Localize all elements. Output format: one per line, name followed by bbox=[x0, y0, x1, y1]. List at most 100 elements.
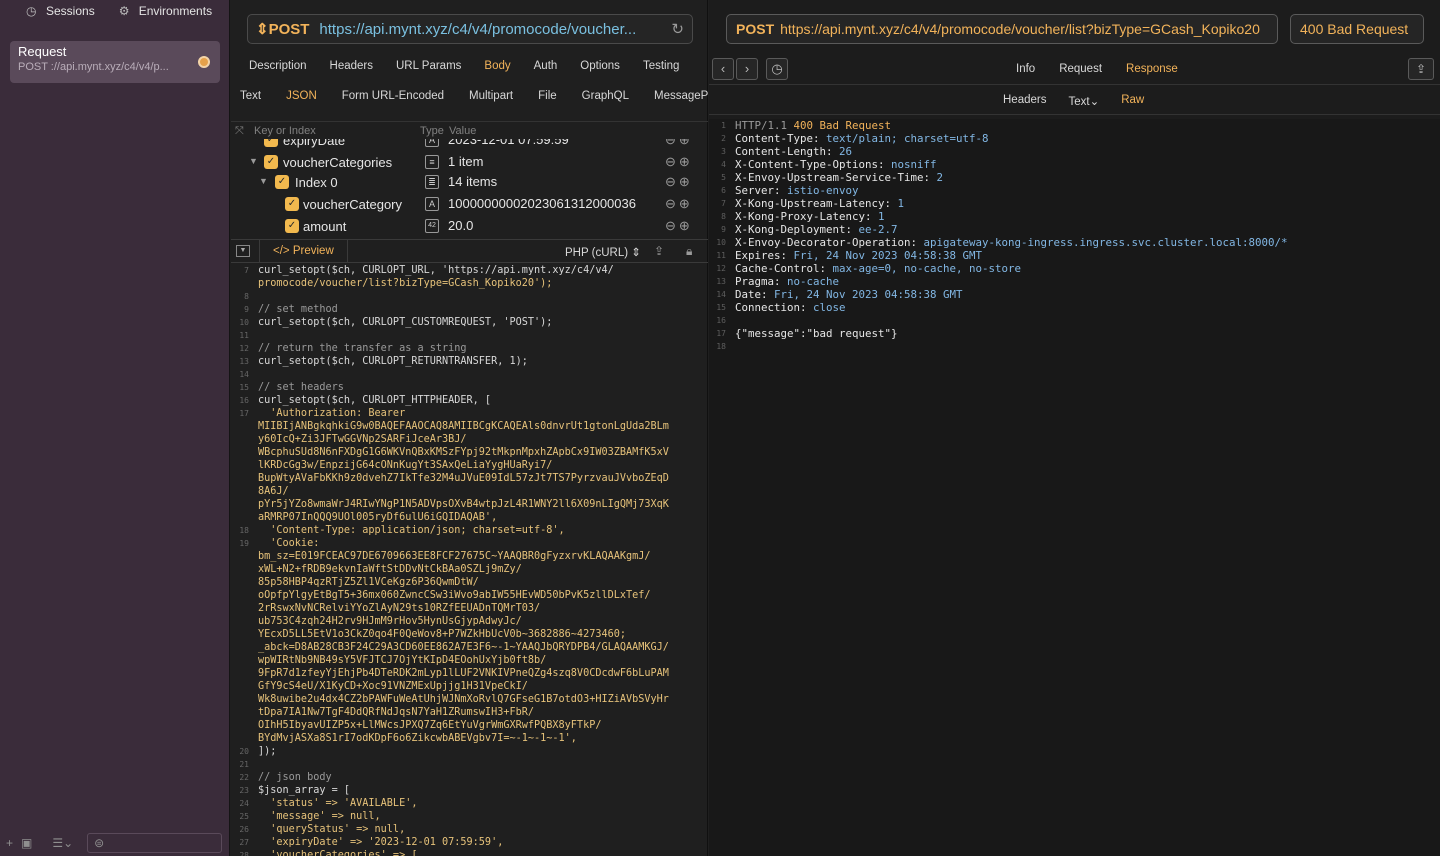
preview-tab[interactable]: </> Preview bbox=[259, 240, 348, 263]
url-bar[interactable]: ⇕POST https://api.mynt.xyz/c4/v4/promoco… bbox=[247, 14, 693, 44]
line-number: 10 bbox=[239, 318, 249, 327]
tab-url-params[interactable]: URL Params bbox=[396, 60, 461, 80]
back-icon[interactable]: ‹ bbox=[712, 58, 734, 80]
raw-response-body[interactable]: 1 HTTP/1.1 400 Bad Request 2 Content-Type: … bbox=[709, 119, 1440, 856]
tab-description[interactable]: Description bbox=[249, 60, 307, 80]
remove-add-icons[interactable]: ⊖⊕ bbox=[665, 218, 693, 234]
raw-text: X-Envoy-Decorator-Operation: apigateway-… bbox=[735, 236, 1288, 249]
remove-add-icons[interactable]: ⊖⊕ bbox=[665, 154, 693, 170]
checkbox[interactable]: ✓ bbox=[264, 155, 278, 169]
array-type-icon[interactable]: ≡ bbox=[425, 155, 439, 169]
code-text: WBcphuSUd8N6nFXDgG1G6WKVnQBxKMSzFYpj92tM… bbox=[258, 447, 669, 458]
code-line: 10 curl_setopt($ch, CURLOPT_CUSTOMREQUEST… bbox=[231, 316, 708, 329]
collapse-all-icon[interactable]: ⤧ bbox=[235, 125, 244, 138]
request-list-item[interactable]: Request POST ://api.mynt.xyz/c4/v4/p... bbox=[10, 41, 220, 83]
new-folder-icon[interactable]: ▣ bbox=[21, 836, 32, 850]
code-text: wpWIRtNb9NB49sY5VFJTCJ7OjYtKIpD4EOohUxYj… bbox=[258, 655, 547, 666]
line-number: 15 bbox=[239, 383, 249, 392]
code-line: 16 curl_setopt($ch, CURLOPT_HTTPHEADER, [ bbox=[231, 394, 708, 407]
key-column-header: Key or Index bbox=[254, 125, 316, 137]
tree-value[interactable]: 2023-12-01 07:59:59 bbox=[448, 139, 569, 147]
tree-row-expiry-date[interactable]: ✓ expiryDate A 2023-12-01 07:59:59 ⊖⊕ bbox=[231, 139, 708, 152]
tab-request[interactable]: Request bbox=[1059, 63, 1102, 75]
tree-row-index-0[interactable]: ▼ ✓ Index 0 ≣ 14 items ⊖⊕ bbox=[231, 172, 708, 194]
code-line: wpWIRtNb9NB49sY5VFJTCJ7OjYtKIpD4EOohUxYj… bbox=[231, 654, 708, 667]
language-select[interactable]: PHP (cURL) ⇕ bbox=[565, 245, 641, 259]
subtab-text[interactable]: Text⌄ bbox=[1068, 94, 1099, 108]
tree-row-voucher-category[interactable]: ✓ voucherCategory A 10000000002023061312… bbox=[231, 194, 708, 216]
raw-line: 10 X-Envoy-Decorator-Operation: apigatewa… bbox=[709, 236, 1440, 249]
checkbox[interactable]: ✓ bbox=[264, 139, 278, 147]
remove-add-icons[interactable]: ⊖⊕ bbox=[665, 196, 693, 212]
body-tab-form[interactable]: Form URL-Encoded bbox=[342, 90, 444, 110]
share-icon[interactable]: ⇪ bbox=[1408, 58, 1434, 80]
body-tab-file[interactable]: File bbox=[538, 90, 557, 110]
subtab-raw[interactable]: Raw bbox=[1121, 94, 1144, 108]
line-number: 18 bbox=[239, 526, 249, 535]
subtab-headers[interactable]: Headers bbox=[1003, 94, 1046, 108]
chevron-down-icon[interactable]: ▼ bbox=[259, 176, 268, 186]
code-line: 7 curl_setopt($ch, CURLOPT_URL, 'https://… bbox=[231, 264, 708, 277]
tree-value[interactable]: 10000000002023061312000036 bbox=[448, 196, 636, 211]
tab-info[interactable]: Info bbox=[1016, 63, 1035, 75]
raw-text: Date: Fri, 24 Nov 2023 04:58:38 GMT bbox=[735, 288, 963, 301]
forward-icon[interactable]: › bbox=[736, 58, 758, 80]
line-number: 26 bbox=[239, 825, 249, 834]
add-icon[interactable]: + bbox=[6, 836, 13, 850]
response-method: POST bbox=[736, 21, 775, 37]
tab-options[interactable]: Options bbox=[580, 60, 620, 80]
history-icon[interactable]: ◷ bbox=[766, 58, 788, 80]
environments-tab[interactable]: ⚙ Environments bbox=[119, 4, 212, 18]
tab-auth[interactable]: Auth bbox=[534, 60, 558, 80]
code-line: 27 'expiryDate' => '2023-12-01 07:59:59'… bbox=[231, 836, 708, 849]
tab-body[interactable]: Body bbox=[484, 60, 510, 80]
lock-icon[interactable]: 🔒︎ bbox=[686, 244, 692, 259]
sort-icon[interactable]: ☰⌄ bbox=[52, 836, 73, 850]
sessions-tab[interactable]: ◷ Sessions bbox=[26, 4, 95, 18]
checkbox[interactable]: ✓ bbox=[285, 197, 299, 211]
tree-row-voucher-categories[interactable]: ▼ ✓ voucherCategories ≡ 1 item ⊖⊕ bbox=[231, 152, 708, 174]
updown-icon: ⇕ bbox=[256, 21, 269, 38]
string-type-icon[interactable]: A bbox=[425, 197, 439, 211]
chevron-down-icon[interactable]: ▼ bbox=[249, 156, 258, 166]
checkbox[interactable]: ✓ bbox=[275, 175, 289, 189]
line-number: 16 bbox=[716, 316, 726, 325]
tab-response[interactable]: Response bbox=[1126, 63, 1178, 75]
body-tab-graphql[interactable]: GraphQL bbox=[582, 90, 629, 110]
status-badge: 400 Bad Request bbox=[1290, 14, 1424, 44]
clock-icon: ◷ bbox=[26, 4, 37, 18]
generated-code[interactable]: 7 curl_setopt($ch, CURLOPT_URL, 'https://… bbox=[231, 264, 708, 856]
tree-value[interactable]: 20.0 bbox=[448, 218, 473, 233]
filter-input[interactable]: ⊜ bbox=[87, 833, 223, 853]
number-type-icon[interactable]: 42 bbox=[425, 219, 439, 233]
line-number: 19 bbox=[239, 539, 249, 548]
code-line: 25 'message' => null, bbox=[231, 810, 708, 823]
body-tab-messagepack[interactable]: MessagePa bbox=[654, 90, 708, 110]
response-url-text: https://api.mynt.xyz/c4/v4/promocode/vou… bbox=[780, 21, 1260, 37]
tab-headers[interactable]: Headers bbox=[330, 60, 373, 80]
string-type-icon[interactable]: A bbox=[425, 139, 439, 147]
tree-row-amount[interactable]: ✓ amount 42 20.0 ⊖⊕ bbox=[231, 216, 708, 237]
checkbox[interactable]: ✓ bbox=[285, 219, 299, 233]
object-type-icon[interactable]: ≣ bbox=[425, 175, 439, 189]
body-tab-multipart[interactable]: Multipart bbox=[469, 90, 513, 110]
tab-testing[interactable]: Testing bbox=[643, 60, 679, 80]
raw-line: 1 HTTP/1.1 400 Bad Request bbox=[709, 119, 1440, 132]
body-tab-json[interactable]: JSON bbox=[286, 90, 317, 110]
line-number: 21 bbox=[239, 760, 249, 769]
collapse-panel-icon[interactable]: ▼ bbox=[236, 245, 250, 257]
url-input[interactable]: https://api.mynt.xyz/c4/v4/promocode/vou… bbox=[319, 21, 665, 38]
remove-add-icons[interactable]: ⊖⊕ bbox=[665, 174, 693, 190]
line-number: 14 bbox=[239, 370, 249, 379]
unsaved-indicator bbox=[198, 56, 210, 68]
code-text: Wk8uwibe2u4dx4CZ2bPAWFuWeAtUhjWJNmXoRvlQ… bbox=[258, 694, 669, 705]
method-select[interactable]: ⇕POST bbox=[256, 20, 309, 38]
code-text: lKRDcGg3w/EnpzijG64cONnKugYt3SAxQeLiaYyg… bbox=[258, 460, 553, 471]
code-line: OIhH5IbyavUIZP5x+LlMWcsJPXQ7Zq6EtYuVgrWm… bbox=[231, 719, 708, 732]
share-icon[interactable]: ⇪ bbox=[654, 244, 664, 258]
body-tab-text[interactable]: Text bbox=[240, 90, 261, 110]
code-text: promocode/voucher/list?bizType=GCash_Kop… bbox=[258, 278, 553, 289]
remove-add-icons[interactable]: ⊖⊕ bbox=[665, 139, 693, 148]
line-number: 27 bbox=[239, 838, 249, 847]
reload-icon[interactable]: ↻ bbox=[671, 20, 684, 38]
